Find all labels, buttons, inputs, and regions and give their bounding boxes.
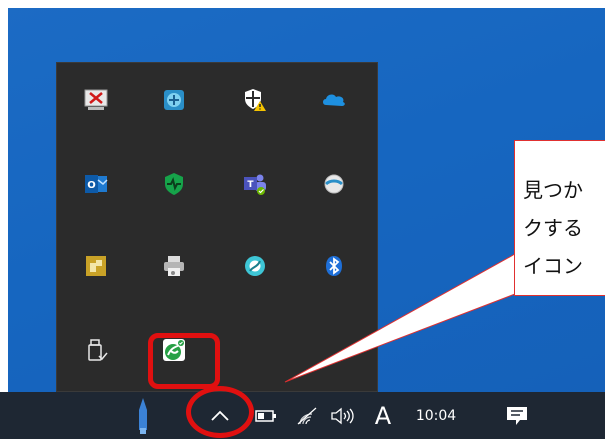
top-margin (0, 0, 605, 8)
printer-icon[interactable] (159, 251, 189, 281)
speaker-icon[interactable] (326, 392, 360, 439)
onedrive-icon[interactable] (319, 85, 349, 115)
remote-desktop-icon[interactable] (81, 85, 111, 115)
outlook-icon[interactable]: O (81, 169, 111, 199)
security-alert-icon[interactable] (240, 85, 270, 115)
wifi-icon[interactable] (292, 392, 322, 439)
svg-text:O: O (87, 180, 96, 191)
callout-line-1: 見つか (523, 178, 583, 202)
battery-icon[interactable] (252, 392, 280, 439)
notification-icon[interactable] (500, 392, 534, 439)
cloud-globe-icon[interactable] (319, 169, 349, 199)
svg-text:T: T (247, 180, 254, 190)
callout-box: 見つか クする イコン (514, 140, 605, 296)
pen-icon[interactable] (130, 392, 156, 439)
taskbar: A 10:04 (0, 392, 605, 439)
callout-line-3: イコン (523, 254, 583, 278)
callout-line-2: クする (523, 216, 583, 240)
teal-sync-icon[interactable] (240, 251, 270, 281)
clock[interactable]: 10:04 (406, 392, 466, 439)
ime-mode-indicator[interactable]: A (368, 392, 398, 439)
sticky-app-icon[interactable] (81, 251, 111, 281)
clock-time: 10:04 (415, 407, 457, 424)
usb-drive-icon[interactable] (81, 335, 111, 365)
teams-icon[interactable]: T (240, 169, 270, 199)
left-margin (0, 0, 8, 439)
highlight-app-icon-box (148, 333, 220, 389)
bluetooth-icon[interactable] (319, 251, 349, 281)
highlight-chevron-circle (186, 386, 254, 438)
ime-mode-label: A (374, 401, 392, 430)
health-monitor-icon[interactable] (159, 169, 189, 199)
network-monitor-icon[interactable] (159, 85, 189, 115)
